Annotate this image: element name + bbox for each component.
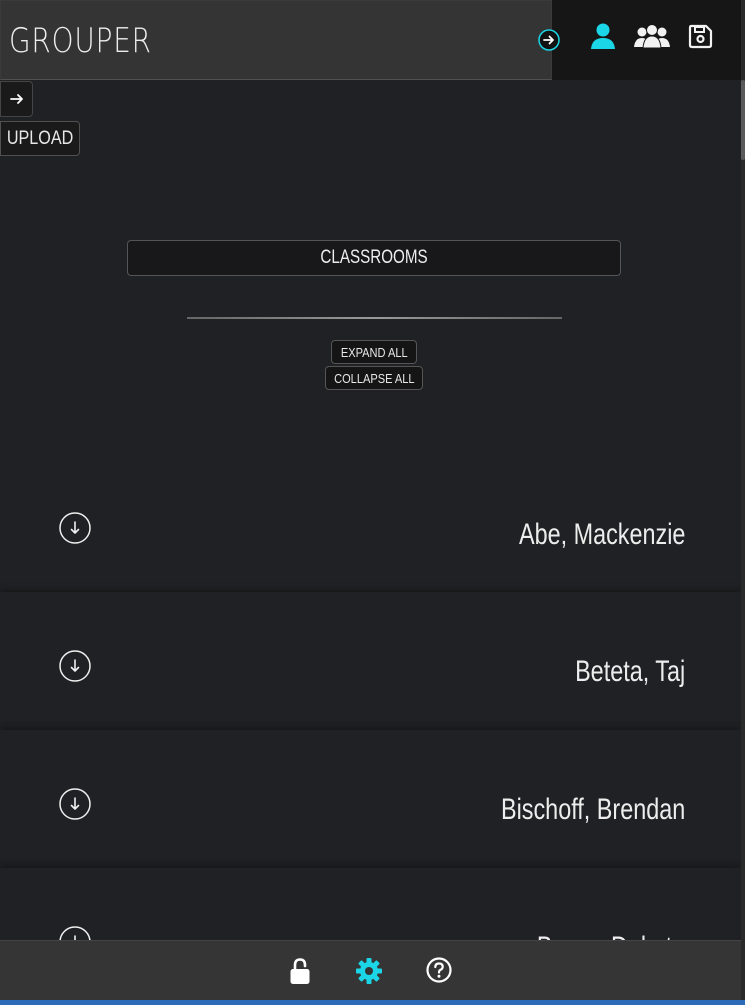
student-row: Bischoff, Brendan	[0, 730, 741, 860]
arrow-right-icon	[9, 94, 23, 104]
expand-all-label: EXPAND ALL	[340, 344, 408, 360]
single-user-icon[interactable]	[589, 22, 617, 50]
app-header: GROUPER	[0, 0, 745, 80]
gear-icon[interactable]	[355, 957, 383, 985]
group-users-icon[interactable]	[634, 23, 670, 51]
sidebar-toggle-button[interactable]	[0, 81, 33, 117]
expand-all-button[interactable]: EXPAND ALL	[331, 340, 417, 364]
classrooms-label: CLASSROOMS	[320, 247, 428, 268]
student-row: Beteta, Taj	[0, 592, 741, 722]
arrow-down-circle-icon	[59, 512, 91, 544]
collapse-all-label: COLLAPSE ALL	[333, 370, 415, 386]
title-bar: GROUPER	[0, 0, 552, 80]
student-name: Bischoff, Brendan	[500, 793, 685, 826]
lock-icon[interactable]	[289, 957, 311, 985]
divider	[187, 317, 562, 319]
expand-student-button[interactable]	[59, 650, 91, 682]
collapse-all-button[interactable]: COLLAPSE ALL	[325, 366, 423, 390]
arrow-down-circle-icon	[59, 788, 91, 820]
upload-label: UPLOAD	[6, 127, 74, 149]
app-title: GROUPER	[9, 21, 152, 61]
scrollbar-thumb[interactable]	[741, 80, 745, 160]
arrow-down-circle-icon	[59, 650, 91, 682]
classrooms-button[interactable]: CLASSROOMS	[127, 240, 621, 276]
help-icon[interactable]	[426, 957, 452, 983]
expand-student-button[interactable]	[59, 788, 91, 820]
student-name: Beteta, Taj	[574, 655, 685, 688]
footer-toolbar	[0, 940, 745, 1001]
student-row: Abe, Mackenzie	[0, 458, 741, 588]
upload-button[interactable]: UPLOAD	[0, 121, 80, 156]
student-name: Abe, Mackenzie	[518, 518, 685, 551]
window-bottom-edge	[0, 1000, 745, 1005]
expand-student-button[interactable]	[59, 512, 91, 544]
save-icon[interactable]	[688, 24, 713, 49]
arrow-right-circle-icon[interactable]	[538, 29, 560, 51]
